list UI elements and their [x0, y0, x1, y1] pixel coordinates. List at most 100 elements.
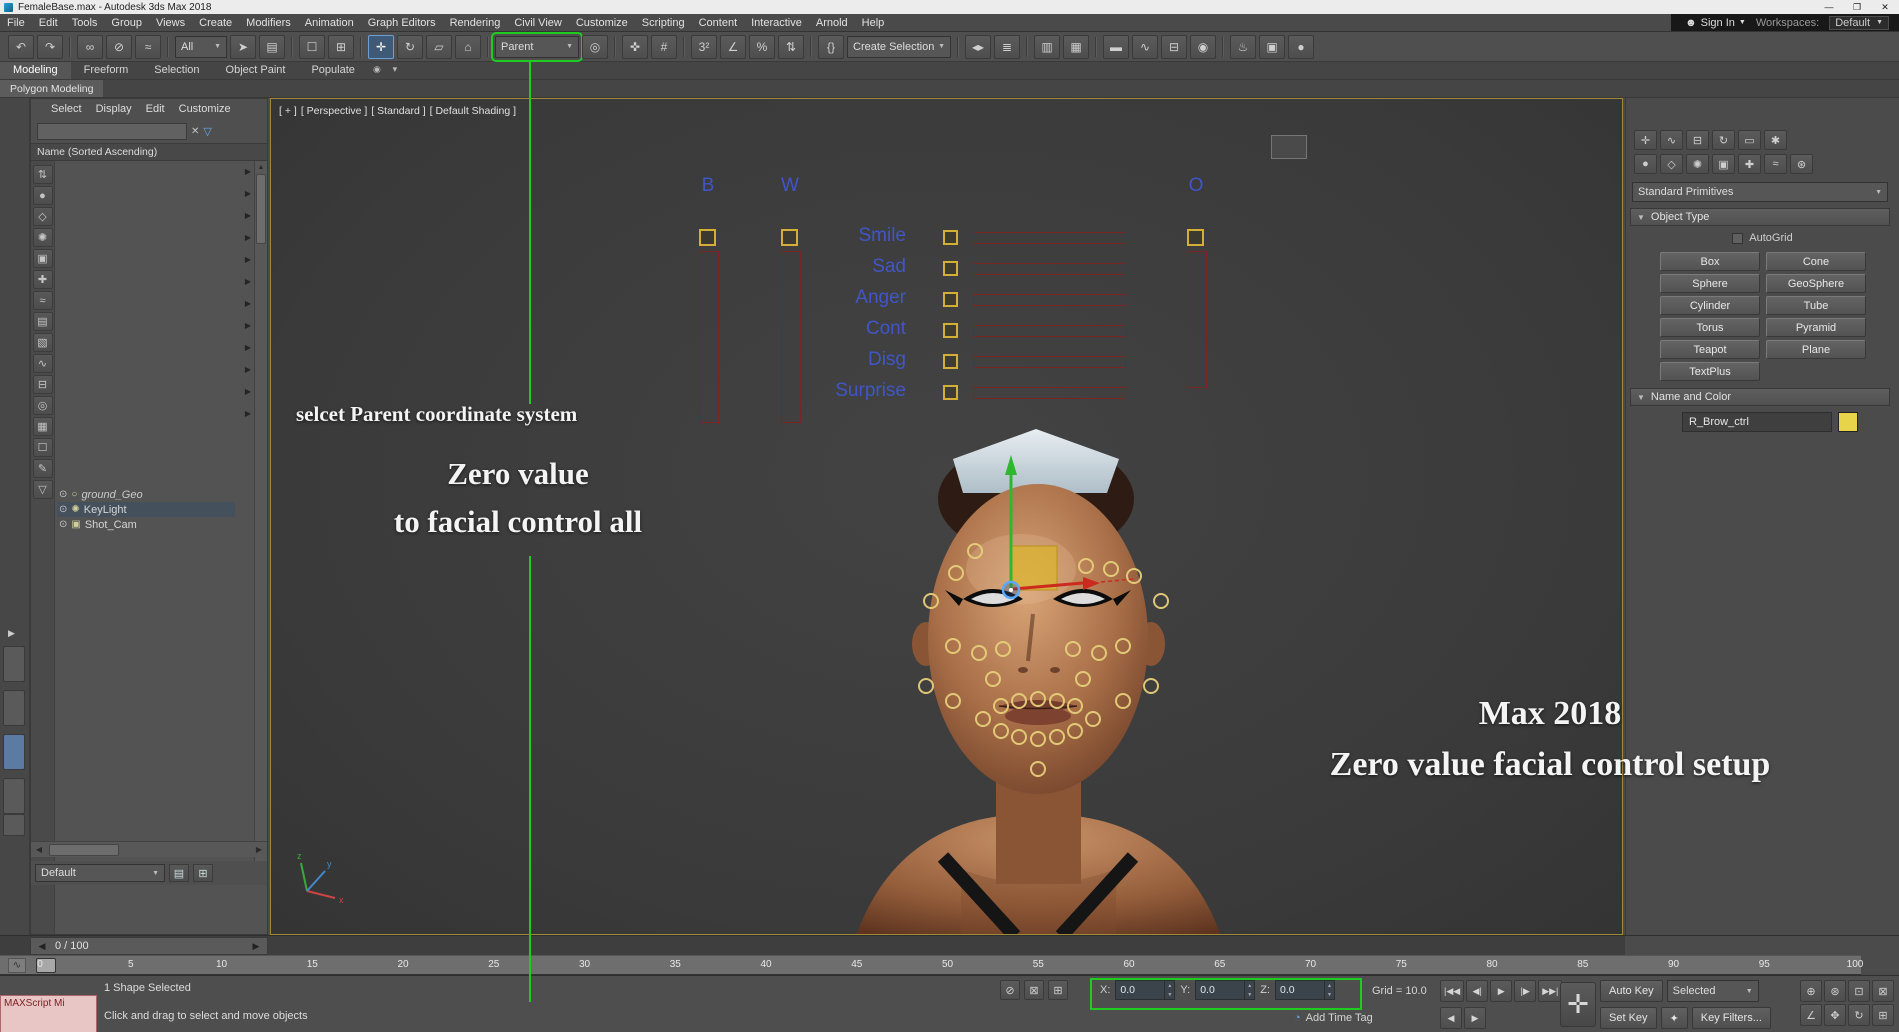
- field-of-view-icon[interactable]: ∠: [1800, 1004, 1822, 1026]
- menu-customize[interactable]: Customize: [569, 14, 635, 31]
- flyout-arrow-icon[interactable]: ▶: [245, 255, 251, 277]
- time-slider-ruler[interactable]: ∿ 0 5 10 15 20 25 30 35 40 45 50 55 60 65 70 75 80 85 90 95…: [0, 955, 1899, 976]
- docked-panel-tab[interactable]: [3, 734, 25, 770]
- key-filters-button[interactable]: Key Filters...: [1691, 1007, 1771, 1029]
- maximize-viewport-toggle-icon[interactable]: ⊞: [1872, 1004, 1894, 1026]
- menu-views[interactable]: Views: [149, 14, 192, 31]
- ribbon-toggle-icon[interactable]: ▬: [1103, 34, 1129, 59]
- name-and-color-rollout[interactable]: ▼ Name and Color: [1630, 388, 1890, 406]
- curve-editor-icon[interactable]: ∿: [1132, 34, 1158, 59]
- previous-frame-icon[interactable]: ◀: [35, 941, 49, 952]
- textplus-button[interactable]: TextPlus: [1660, 362, 1760, 381]
- toggle-layer-explorer-icon[interactable]: ▦: [1063, 34, 1089, 59]
- explorer-horizontal-scrollbar[interactable]: ◀ ▶: [31, 841, 267, 857]
- viewcube[interactable]: [1271, 135, 1307, 159]
- autogrid-checkbox[interactable]: [1732, 232, 1744, 244]
- select-and-manipulate-icon[interactable]: ✜: [622, 34, 648, 59]
- layer-list-icon[interactable]: ▤: [169, 864, 189, 882]
- ribbon-config-icon[interactable]: ◉: [368, 62, 386, 76]
- lights-category-icon[interactable]: ✺: [1686, 154, 1709, 174]
- minimize-button[interactable]: —: [1815, 0, 1843, 14]
- box-button[interactable]: Box: [1660, 252, 1760, 271]
- flyout-arrow-icon[interactable]: ▶: [245, 365, 251, 387]
- select-and-rotate-icon[interactable]: ↻: [397, 34, 423, 59]
- isolate-selection-toggle-icon[interactable]: ⊘: [1000, 980, 1020, 1000]
- plane-button[interactable]: Plane: [1766, 340, 1866, 359]
- pyramid-button[interactable]: Pyramid: [1766, 318, 1866, 337]
- object-name-field[interactable]: [1682, 412, 1832, 432]
- time-configuration-button[interactable]: ✛: [1560, 982, 1596, 1027]
- menu-graph-editors[interactable]: Graph Editors: [361, 14, 443, 31]
- lock-explorer-icon[interactable]: ☐: [32, 438, 53, 457]
- filter-icon[interactable]: ▽: [32, 480, 53, 499]
- menu-create[interactable]: Create: [192, 14, 239, 31]
- sort-icon[interactable]: ⇅: [32, 165, 53, 184]
- menu-rendering[interactable]: Rendering: [443, 14, 508, 31]
- menu-file[interactable]: File: [0, 14, 32, 31]
- docked-panel-tab[interactable]: [3, 814, 25, 836]
- dock-expand-icon[interactable]: ▶: [8, 628, 15, 639]
- scroll-up-icon[interactable]: ▲: [255, 161, 267, 173]
- menu-modifiers[interactable]: Modifiers: [239, 14, 298, 31]
- set-key-button[interactable]: Set Key: [1600, 1007, 1657, 1029]
- snap-toggle-icon[interactable]: 3²: [691, 34, 717, 59]
- cone-button[interactable]: Cone: [1766, 252, 1866, 271]
- close-button[interactable]: ✕: [1871, 0, 1899, 14]
- toggle-scene-explorer-icon[interactable]: ▥: [1034, 34, 1060, 59]
- rectangular-selection-region-icon[interactable]: ☐: [299, 34, 325, 59]
- menu-help[interactable]: Help: [855, 14, 892, 31]
- keyboard-shortcut-override-icon[interactable]: #: [651, 34, 677, 59]
- ribbon-tab-freeform[interactable]: Freeform: [71, 62, 142, 79]
- helpers-category-icon[interactable]: ✚: [1738, 154, 1761, 174]
- explorer-menu-edit[interactable]: Edit: [146, 103, 165, 115]
- add-time-tag[interactable]: ◔ Add Time Tag: [1294, 1012, 1373, 1024]
- select-and-place-icon[interactable]: ⌂: [455, 34, 481, 59]
- ribbon-minimize-icon[interactable]: ▾: [386, 62, 404, 76]
- ribbon-tab-modeling[interactable]: Modeling: [0, 62, 71, 79]
- primitive-category-dropdown[interactable]: Standard Primitives ▼: [1632, 182, 1888, 202]
- cameras-category-icon[interactable]: ▣: [1712, 154, 1735, 174]
- maximize-button[interactable]: ❐: [1843, 0, 1871, 14]
- schematic-view-icon[interactable]: ⊟: [1161, 34, 1187, 59]
- flyout-arrow-icon[interactable]: ▶: [245, 189, 251, 211]
- viewport-standard-menu[interactable]: [ Standard ]: [371, 105, 425, 117]
- explorer-column-header[interactable]: Name (Sorted Ascending): [31, 143, 267, 161]
- display-geometry-icon[interactable]: ●: [32, 186, 53, 205]
- selection-lock-toggle-icon[interactable]: ⊠: [1024, 980, 1044, 1000]
- orbit-icon[interactable]: ↻: [1848, 1004, 1870, 1026]
- tube-button[interactable]: Tube: [1766, 296, 1866, 315]
- scrollbar-thumb[interactable]: [49, 843, 119, 856]
- visibility-eye-icon[interactable]: ⊙: [59, 504, 67, 515]
- display-materials-icon[interactable]: ◎: [32, 396, 53, 415]
- bind-to-space-warp-icon[interactable]: ≈: [135, 34, 161, 59]
- track-bar-mode-icon[interactable]: ∿: [8, 958, 26, 973]
- auto-key-button[interactable]: Auto Key: [1600, 980, 1663, 1002]
- key-icon[interactable]: ✦: [1660, 1007, 1688, 1029]
- docked-panel-tab[interactable]: [3, 690, 25, 726]
- object-type-rollout[interactable]: ▼ Object Type: [1630, 208, 1890, 226]
- ribbon-tab-selection[interactable]: Selection: [141, 62, 212, 79]
- scroll-right-icon[interactable]: ▶: [251, 845, 267, 854]
- display-xrefs-icon[interactable]: ▧: [32, 333, 53, 352]
- zoom-icon[interactable]: ⊕: [1800, 980, 1822, 1002]
- zoom-extents-all-icon[interactable]: ⊠: [1872, 980, 1894, 1002]
- percent-snap-toggle-icon[interactable]: %: [749, 34, 775, 59]
- explorer-vertical-scrollbar[interactable]: ▲ ▼: [254, 161, 267, 874]
- viewport-pov-menu[interactable]: [ Perspective ]: [301, 105, 368, 117]
- previous-frame-icon[interactable]: ◀|: [1466, 980, 1489, 1002]
- geometry-category-icon[interactable]: ●: [1634, 154, 1657, 174]
- reference-coordinate-system-dropdown[interactable]: Parent ▼: [491, 31, 583, 62]
- create-tab-icon[interactable]: ✛: [1634, 130, 1657, 150]
- torus-button[interactable]: Torus: [1660, 318, 1760, 337]
- menu-content[interactable]: Content: [692, 14, 745, 31]
- key-set-dropdown[interactable]: Selected ▼: [1666, 980, 1759, 1002]
- redo-icon[interactable]: ↷: [37, 34, 63, 59]
- undo-icon[interactable]: ↶: [8, 34, 34, 59]
- flyout-arrow-icon[interactable]: ▶: [245, 321, 251, 343]
- flyout-arrow-icon[interactable]: ▶: [245, 387, 251, 409]
- selection-filter-dropdown[interactable]: All ▼: [175, 35, 227, 58]
- display-containers-icon[interactable]: ⊟: [32, 375, 53, 394]
- menu-animation[interactable]: Animation: [298, 14, 361, 31]
- ribbon-tab-object-paint[interactable]: Object Paint: [213, 62, 299, 79]
- render-production-icon[interactable]: ●: [1288, 34, 1314, 59]
